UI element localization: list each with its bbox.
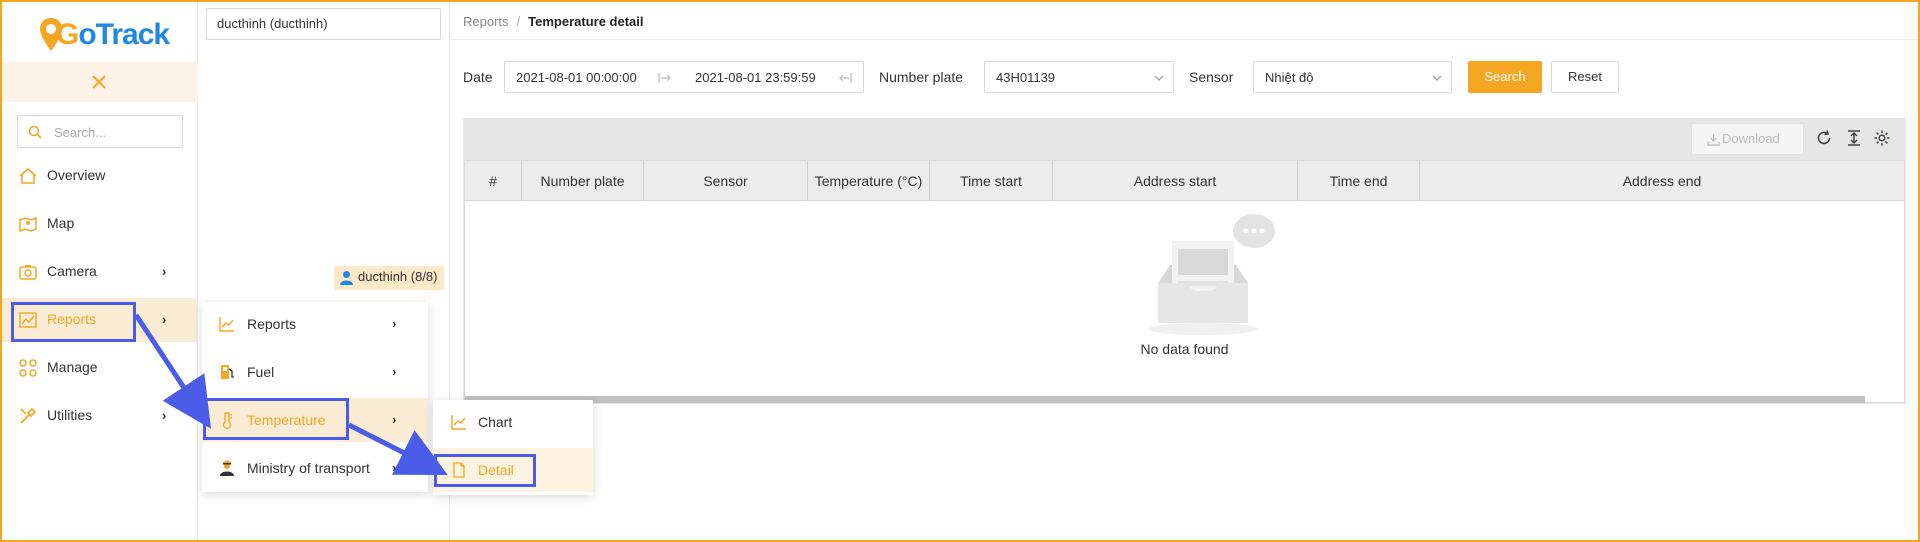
logo-text: GoTrack bbox=[56, 18, 170, 51]
chart-line-icon bbox=[219, 317, 234, 332]
range-start-icon bbox=[658, 73, 671, 83]
chevron-down-icon bbox=[1432, 75, 1442, 81]
breadcrumb: Reports / Temperature detail bbox=[451, 2, 1918, 40]
filter-bar: Date 2021-08-01 00:00:00 2021-08-01 23:5… bbox=[463, 61, 1663, 93]
user-icon bbox=[340, 271, 353, 285]
refresh-icon[interactable] bbox=[1815, 129, 1833, 147]
home-icon bbox=[19, 167, 37, 184]
empty-inbox-icon bbox=[1148, 214, 1275, 335]
column-address-start[interactable]: Address start bbox=[1053, 161, 1298, 201]
chevron-right-icon: › bbox=[392, 364, 397, 379]
sensor-value: Nhiệt độ bbox=[1265, 70, 1314, 85]
date-label: Date bbox=[463, 69, 493, 85]
submenu-item-label: Detail bbox=[478, 462, 514, 478]
column-temperature[interactable]: Temperature (°C) bbox=[808, 161, 930, 201]
sidebar-item-reports[interactable]: Reports › bbox=[2, 298, 198, 342]
chart-line-icon bbox=[451, 415, 466, 430]
sensor-select[interactable]: Nhiệt độ bbox=[1253, 61, 1452, 93]
chevron-down-icon bbox=[1154, 75, 1164, 81]
sidebar-item-label: Reports bbox=[47, 311, 97, 327]
chevron-right-icon: › bbox=[392, 316, 397, 331]
data-table: # Number plate Sensor Temperature (°C) T… bbox=[464, 160, 1905, 403]
officer-icon bbox=[220, 460, 234, 476]
grid-toolbar: Download bbox=[463, 118, 1906, 160]
column-height-icon[interactable] bbox=[1845, 129, 1863, 147]
submenu-item-temperature[interactable]: Temperature › bbox=[202, 398, 428, 442]
search-icon bbox=[28, 125, 42, 139]
chevron-right-icon: › bbox=[162, 408, 167, 423]
tools-icon bbox=[20, 407, 37, 424]
user-badge[interactable]: ducthinh (8/8) bbox=[334, 266, 444, 290]
search-button[interactable]: Search bbox=[1468, 61, 1542, 93]
sidebar-item-map[interactable]: Map bbox=[2, 202, 198, 246]
close-icon[interactable] bbox=[90, 73, 108, 91]
submenu-item-label: Temperature bbox=[247, 412, 326, 428]
plate-label: Number plate bbox=[879, 69, 964, 85]
submenu-item-detail[interactable]: Detail bbox=[433, 448, 593, 492]
range-end-icon bbox=[839, 73, 852, 83]
temperature-submenu: Chart Detail bbox=[433, 400, 593, 495]
sensor-label: Sensor bbox=[1189, 69, 1234, 85]
plate-value: 43H01139 bbox=[996, 70, 1056, 85]
empty-state-text: No data found bbox=[1140, 341, 1229, 357]
download-icon bbox=[1707, 134, 1720, 146]
user-badge-label: ducthinh (8/8) bbox=[358, 269, 438, 284]
sidebar-item-camera[interactable]: Camera › bbox=[2, 250, 198, 294]
breadcrumb-reports[interactable]: Reports bbox=[463, 14, 509, 29]
column-sensor[interactable]: Sensor bbox=[644, 161, 808, 201]
sidebar-item-label: Overview bbox=[47, 167, 106, 183]
page-title: Temperature detail bbox=[528, 14, 644, 29]
chevron-right-icon: › bbox=[392, 412, 397, 427]
submenu-item-label: Fuel bbox=[247, 364, 275, 380]
submenu-item-label: Reports bbox=[247, 316, 297, 332]
column-number-plate[interactable]: Number plate bbox=[522, 161, 644, 201]
sidebar-item-overview[interactable]: Overview bbox=[2, 154, 198, 198]
chevron-right-icon: › bbox=[162, 264, 167, 279]
gear-icon[interactable] bbox=[1873, 129, 1891, 147]
data-grid-panel: Download # Number plate Sensor Temperatu… bbox=[463, 118, 1906, 404]
submenu-item-chart[interactable]: Chart bbox=[433, 400, 593, 444]
gotrack-logo[interactable]: GoTrack bbox=[38, 12, 170, 57]
submenu-item-reports[interactable]: Reports › bbox=[202, 302, 428, 346]
sidebar-item-label: Manage bbox=[47, 359, 98, 375]
submenu-item-fuel[interactable]: Fuel › bbox=[202, 350, 428, 394]
chart-line-icon bbox=[19, 312, 37, 328]
main-content: Reports / Temperature detail Date 2021-08-… bbox=[451, 2, 1918, 540]
column-index[interactable]: # bbox=[465, 161, 522, 201]
fuel-icon bbox=[221, 365, 234, 379]
search-input[interactable] bbox=[54, 122, 174, 142]
reset-button[interactable]: Reset bbox=[1551, 61, 1619, 93]
map-icon bbox=[19, 216, 37, 233]
date-range-picker[interactable]: 2021-08-01 00:00:00 2021-08-01 23:59:59 bbox=[504, 61, 864, 93]
date-start-value[interactable]: 2021-08-01 00:00:00 bbox=[516, 70, 637, 85]
grid-icon bbox=[19, 359, 37, 377]
date-end-value[interactable]: 2021-08-01 23:59:59 bbox=[695, 70, 816, 85]
sidebar-item-label: Camera bbox=[47, 263, 97, 279]
submenu-item-ministry-of-transport[interactable]: Ministry of transport › bbox=[202, 446, 428, 490]
user-select[interactable]: ducthinh (ducthinh) bbox=[206, 8, 441, 40]
thermometer-icon bbox=[222, 412, 232, 429]
chevron-right-icon: › bbox=[392, 460, 397, 475]
submenu-item-label: Ministry of transport bbox=[247, 460, 370, 476]
document-icon bbox=[453, 462, 465, 478]
sidebar: GoTrack Overview Map Camera › Reports › … bbox=[2, 2, 198, 540]
sidebar-item-manage[interactable]: Manage bbox=[2, 346, 198, 390]
reports-submenu: Reports › Fuel › Temperature › Ministry … bbox=[202, 302, 428, 492]
column-time-start[interactable]: Time start bbox=[930, 161, 1053, 201]
breadcrumb-separator: / bbox=[516, 14, 521, 29]
column-address-end[interactable]: Address end bbox=[1420, 161, 1904, 201]
chevron-right-icon: › bbox=[162, 312, 167, 327]
sidebar-search[interactable] bbox=[17, 115, 183, 148]
plate-select[interactable]: 43H01139 bbox=[984, 61, 1174, 93]
sidebar-item-label: Utilities bbox=[47, 407, 93, 423]
column-time-end[interactable]: Time end bbox=[1298, 161, 1420, 201]
table-header: # Number plate Sensor Temperature (°C) T… bbox=[465, 161, 1904, 201]
download-button[interactable]: Download bbox=[1691, 123, 1804, 155]
download-label: Download bbox=[1722, 131, 1780, 146]
sidebar-item-label: Map bbox=[47, 215, 75, 231]
horizontal-scrollbar[interactable] bbox=[465, 396, 1865, 403]
sidebar-item-utilities[interactable]: Utilities › bbox=[2, 394, 198, 438]
camera-icon bbox=[19, 265, 37, 280]
submenu-item-label: Chart bbox=[478, 414, 513, 430]
